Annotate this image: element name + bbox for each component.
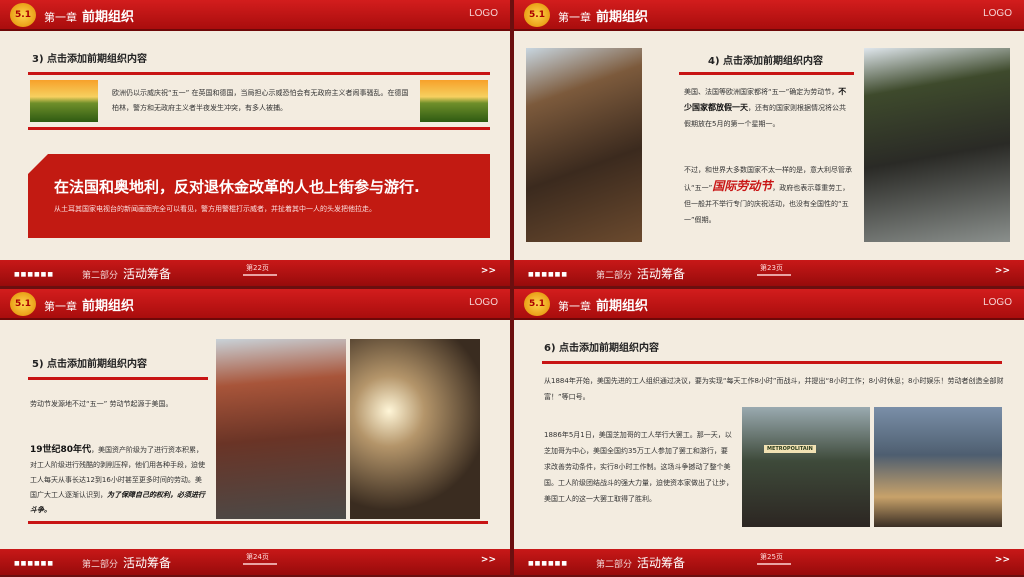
chapter-label: 第一章 [44, 11, 77, 24]
slide-title: 前期组织 [82, 10, 135, 25]
next-arrow-icon[interactable]: >> [481, 555, 496, 565]
corner-fold [28, 154, 48, 174]
body-text: 劳动节发源地不过“五一” 劳动节起源于美国。 [30, 400, 173, 408]
footer-dots: ■■■■■■ [14, 271, 55, 278]
chapter-label: 第一章 [558, 11, 591, 24]
chapter-label: 第一章 [44, 300, 77, 313]
logo-text: LOGO [983, 8, 1012, 19]
footer-part: 第二部分 [82, 271, 119, 281]
slide-25[interactable]: 5.1 第一章 前期组织 LOGO 6) 点击添加前期组织内容 从1884年开始… [514, 289, 1024, 575]
body-text: 1886年5月1日，美国芝加哥的工人举行大罢工。那一天，以芝加哥为中心，美国全国… [544, 431, 733, 503]
street-cafe-image [526, 48, 642, 242]
page-number: 第24页 [246, 553, 269, 561]
logo-text: LOGO [469, 8, 498, 19]
next-arrow-icon[interactable]: >> [995, 555, 1010, 565]
footer-part: 第二部分 [82, 560, 119, 570]
may-day-logo-icon: 5.1 [524, 3, 550, 27]
tree-lined-street-image [864, 48, 1010, 242]
may-day-logo-icon: 5.1 [524, 292, 550, 316]
body-text: 不过，和世界大多数国家不太一样的是，意大利尽管承认“五一”国际劳动节，政府也表示… [684, 166, 852, 224]
page-ornament [243, 563, 277, 565]
slide-footer: ■■■■■■ 第二部分 活动筹备 第25页 >> [514, 549, 1024, 575]
divider [28, 377, 208, 380]
footer-part-name: 活动筹备 [637, 556, 686, 570]
page-ornament [757, 274, 791, 276]
next-arrow-icon[interactable]: >> [995, 266, 1010, 276]
may-day-logo-icon: 5.1 [10, 292, 36, 316]
banner-subtitle: 从土耳其国家电视台的新闻画面完全可以看见，警方用警棍打示威者，并扯着其中一人的头… [54, 205, 376, 213]
slide-title: 前期组织 [596, 10, 649, 25]
page-ornament [243, 274, 277, 276]
section-heading: 4) 点击添加前期组织内容 [708, 56, 824, 67]
logo-text: LOGO [469, 297, 498, 308]
slide-footer: ■■■■■■ 第二部分 活动筹备 第22页 >> [0, 260, 510, 286]
divider [28, 127, 490, 130]
highlight-banner: 在法国和奥地利，反对退休金改革的人也上街参与游行. 从土耳其国家电视台的新闻画面… [28, 154, 490, 238]
divider [542, 361, 1002, 364]
slide-24[interactable]: 5.1 第一章 前期组织 LOGO 5) 点击添加前期组织内容 劳动节发源地不过… [0, 289, 510, 575]
body-text: 欧洲仍以示威庆祝“五一” 在英国和德国，当局担心示威恐怕会有无政府主义者闹事骚乱… [112, 89, 409, 112]
logo-text: LOGO [983, 297, 1012, 308]
page-number: 第23页 [760, 264, 783, 272]
page-ornament [757, 563, 791, 565]
divider [679, 72, 854, 75]
footer-part-name: 活动筹备 [123, 267, 172, 281]
slide-header: 5.1 第一章 前期组织 LOGO [0, 0, 510, 31]
footer-part: 第二部分 [596, 271, 633, 281]
city-street-image [216, 339, 346, 519]
slide-23[interactable]: 5.1 第一章 前期组织 LOGO 4) 点击添加前期组织内容 美国、法国等欧洲… [514, 0, 1024, 286]
banner-title: 在法国和奥地利，反对退休金改革的人也上街参与游行. [54, 178, 420, 196]
cafe-window-image [874, 407, 1002, 527]
slide-header: 5.1 第一章 前期组织 LOGO [514, 0, 1024, 31]
footer-dots: ■■■■■■ [528, 560, 569, 567]
slide-footer: ■■■■■■ 第二部分 活动筹备 第24页 >> [0, 549, 510, 575]
slide-22[interactable]: 5.1 第一章 前期组织 LOGO 3) 点击添加前期组织内容 欧洲仍以示威庆祝… [0, 0, 510, 286]
page-number: 第22页 [246, 264, 269, 272]
cathedral-interior-image [350, 339, 480, 519]
divider [28, 72, 490, 75]
slide-header: 5.1 第一章 前期组织 LOGO [0, 289, 510, 320]
section-heading: 6) 点击添加前期组织内容 [544, 343, 660, 354]
metro-entrance-image: METROPOLITAIN [742, 407, 870, 527]
section-heading: 5) 点击添加前期组织内容 [32, 359, 148, 370]
may-day-logo-icon: 5.1 [10, 3, 36, 27]
slide-title: 前期组织 [596, 299, 649, 314]
next-arrow-icon[interactable]: >> [481, 266, 496, 276]
metro-sign: METROPOLITAIN [764, 445, 816, 453]
footer-part-name: 活动筹备 [123, 556, 172, 570]
footer-part-name: 活动筹备 [637, 267, 686, 281]
divider [28, 521, 488, 524]
page-number: 第25页 [760, 553, 783, 561]
body-text: 19世纪80年代，美国资产阶级为了进行资本积累，对工人阶级进行残酷的剥削压榨，他… [30, 445, 205, 514]
footer-dots: ■■■■■■ [528, 271, 569, 278]
slide-footer: ■■■■■■ 第二部分 活动筹备 第23页 >> [514, 260, 1024, 286]
slide-title: 前期组织 [82, 299, 135, 314]
chapter-label: 第一章 [558, 300, 591, 313]
slide-header: 5.1 第一章 前期组织 LOGO [514, 289, 1024, 320]
sunset-field-image [420, 80, 488, 122]
body-text: 美国、法国等欧洲国家都将“五一”确定为劳动节，不少国家都放假一天，还有的国家则根… [684, 87, 847, 128]
body-text: 从1884年开始，美国先进的工人组织通过决议，要为实现“每天工作8小时”而战斗，… [544, 377, 1004, 401]
section-heading: 3) 点击添加前期组织内容 [32, 54, 148, 65]
footer-part: 第二部分 [596, 560, 633, 570]
footer-dots: ■■■■■■ [14, 560, 55, 567]
sunset-field-image [30, 80, 98, 122]
